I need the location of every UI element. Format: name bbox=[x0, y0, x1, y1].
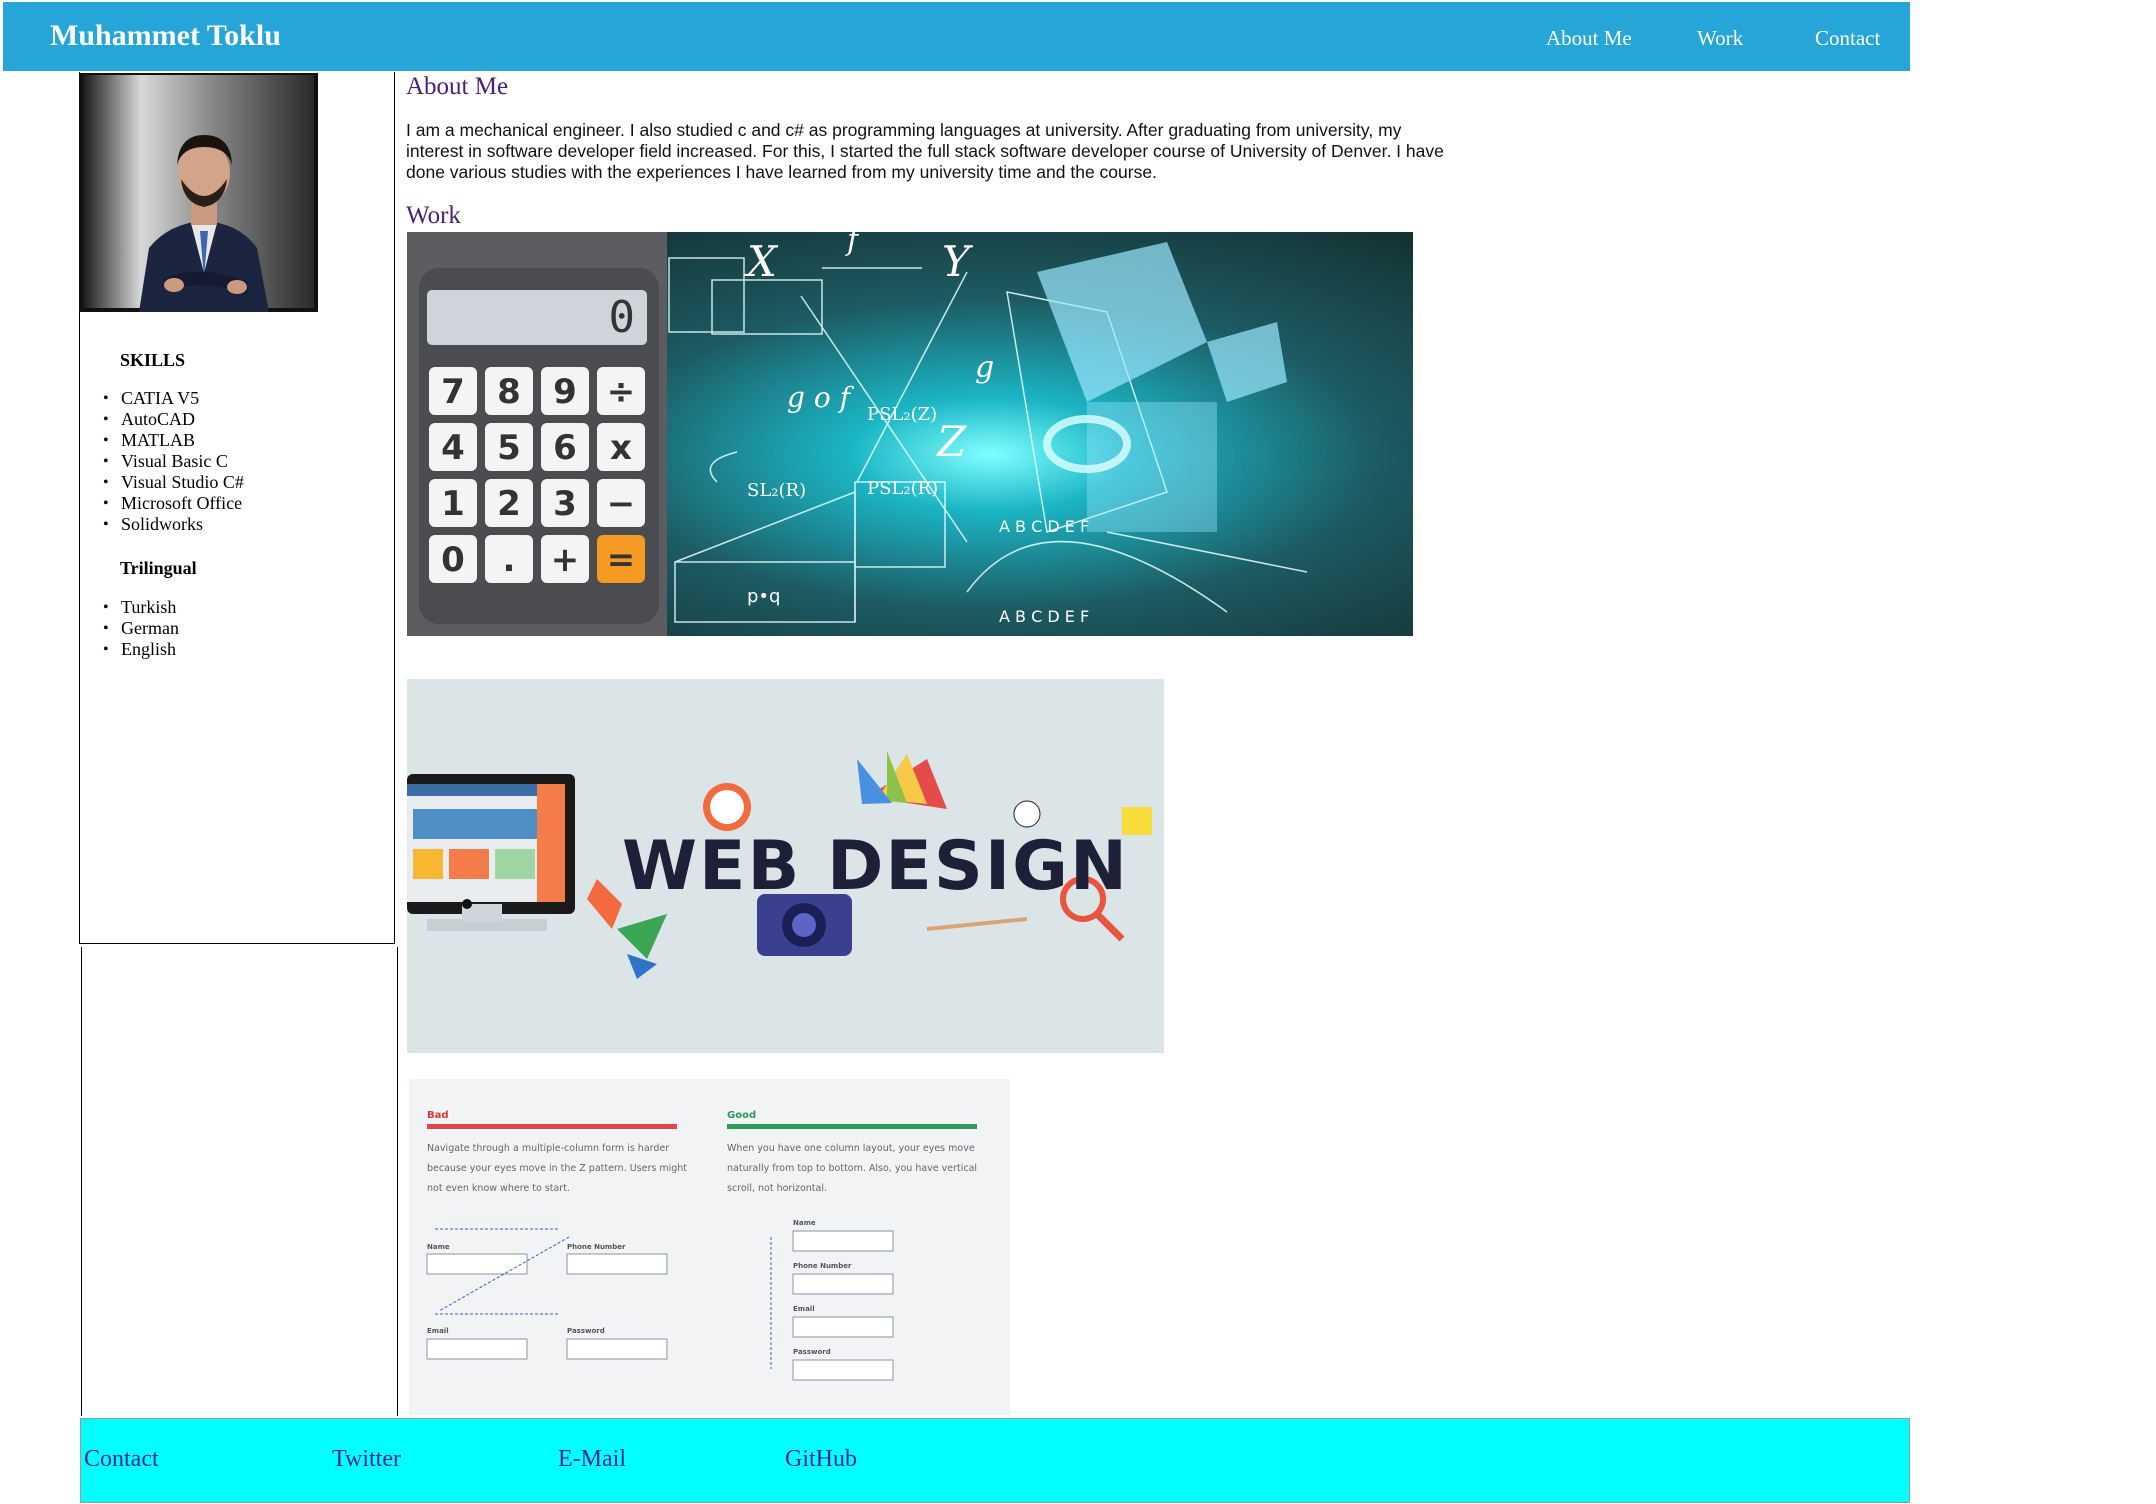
skills-list: CATIA V5 AutoCAD MATLAB Visual Basic C V… bbox=[81, 388, 244, 535]
svg-text:Name: Name bbox=[793, 1219, 816, 1227]
brand-title: Muhammet Toklu bbox=[50, 19, 281, 52]
svg-text:X: X bbox=[744, 237, 779, 286]
about-heading: About Me bbox=[406, 73, 509, 100]
web-design-text: WEB DESIGN bbox=[622, 827, 1129, 906]
footer-github-link[interactable]: GitHub bbox=[785, 1445, 857, 1473]
calc-key-label: 0 bbox=[441, 540, 465, 580]
nav-work[interactable]: Work bbox=[1697, 26, 1743, 50]
svg-text:Password: Password bbox=[567, 1327, 605, 1335]
svg-text:SL₂(R): SL₂(R) bbox=[747, 480, 806, 501]
calc-key-label: . bbox=[503, 540, 516, 580]
list-item: Microsoft Office bbox=[81, 493, 244, 514]
languages-title: Trilingual bbox=[120, 558, 197, 578]
svg-text:PSL₂(R): PSL₂(R) bbox=[867, 478, 938, 499]
svg-text:Password: Password bbox=[793, 1348, 831, 1356]
calc-key-label: ÷ bbox=[607, 372, 636, 412]
calc-key-label: 3 bbox=[553, 484, 577, 524]
calc-key-label: + bbox=[551, 540, 580, 580]
work-image-form-layout[interactable]: Bad Navigate through a multiple-column f… bbox=[409, 1079, 1010, 1415]
calc-key-label: 6 bbox=[553, 428, 577, 468]
work-heading: Work bbox=[406, 202, 461, 229]
list-item: Turkish bbox=[81, 597, 179, 618]
svg-text:Email: Email bbox=[427, 1327, 449, 1335]
svg-text:g: g bbox=[975, 350, 994, 385]
footer-email-link[interactable]: E-Mail bbox=[558, 1445, 626, 1473]
calc-key-label: 1 bbox=[441, 484, 465, 524]
languages-list: Turkish German English bbox=[81, 597, 179, 660]
good-label: Good bbox=[727, 1110, 756, 1121]
calc-key-label: = bbox=[607, 540, 636, 580]
svg-text:A B C D E F: A B C D E F bbox=[999, 607, 1089, 626]
svg-text:PSL₂(Z): PSL₂(Z) bbox=[867, 404, 937, 425]
bad-text: Navigate through a multiple-column form … bbox=[427, 1143, 688, 1194]
calc-key-label: 2 bbox=[497, 484, 521, 524]
bad-label: Bad bbox=[427, 1110, 449, 1121]
list-item: Visual Studio C# bbox=[81, 472, 244, 493]
svg-text:Phone Number: Phone Number bbox=[793, 1262, 852, 1270]
about-paragraph: I am a mechanical engineer. I also studi… bbox=[406, 120, 1444, 182]
svg-text:p•q: p•q bbox=[747, 586, 780, 607]
footer-twitter-link[interactable]: Twitter bbox=[332, 1445, 401, 1473]
svg-text:Phone Number: Phone Number bbox=[567, 1243, 626, 1251]
profile-photo bbox=[79, 73, 318, 312]
svg-text:Y: Y bbox=[942, 237, 974, 286]
sidebar-extension bbox=[81, 947, 398, 1416]
list-item: AutoCAD bbox=[81, 409, 244, 430]
calc-key-label: 5 bbox=[497, 428, 521, 468]
footer-contact[interactable]: Contact bbox=[84, 1445, 159, 1473]
calc-key-label: 7 bbox=[441, 372, 465, 412]
list-item: Solidworks bbox=[81, 514, 244, 535]
svg-text:A B C D E F: A B C D E F bbox=[999, 517, 1089, 536]
svg-text:Z: Z bbox=[935, 417, 967, 466]
calc-key-label: 8 bbox=[497, 372, 521, 412]
calc-key-label: 4 bbox=[441, 428, 465, 468]
list-item: German bbox=[81, 618, 179, 639]
nav-about-me[interactable]: About Me bbox=[1546, 26, 1632, 50]
list-item: English bbox=[81, 639, 179, 660]
calc-key-label: 9 bbox=[553, 372, 577, 412]
calc-key-label: x bbox=[610, 428, 632, 468]
skills-title: SKILLS bbox=[120, 350, 186, 370]
svg-text:Email: Email bbox=[793, 1305, 815, 1313]
list-item: MATLAB bbox=[81, 430, 244, 451]
nav-contact[interactable]: Contact bbox=[1815, 26, 1880, 50]
svg-text:g o f: g o f bbox=[787, 381, 855, 414]
svg-text:Name: Name bbox=[427, 1243, 450, 1251]
calc-display: 0 bbox=[609, 292, 636, 343]
good-text: When you have one column layout, your ey… bbox=[727, 1143, 978, 1194]
list-item: Visual Basic C bbox=[81, 451, 244, 472]
calc-key-label: − bbox=[607, 484, 636, 524]
list-item: CATIA V5 bbox=[81, 388, 244, 409]
work-image-math[interactable]: 0 7 8 9 ÷ 4 5 6 x 1 2 3− 0. + = X Y Z f g… bbox=[407, 232, 1413, 636]
work-image-web-design[interactable]: WEB DESIGN bbox=[407, 679, 1164, 1053]
